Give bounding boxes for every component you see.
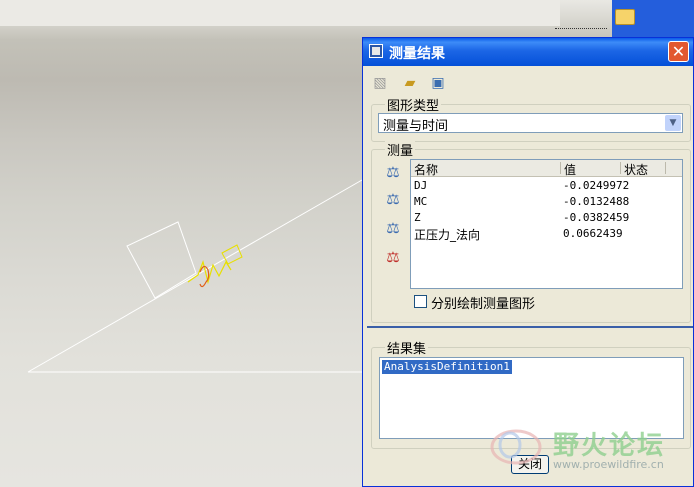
graph-type-selected: 测量与时间 xyxy=(383,119,449,134)
save-icon[interactable]: ▣ xyxy=(429,74,447,92)
result-set-item[interactable]: AnalysisDefinition1 xyxy=(382,360,512,374)
separate-graphs-checkbox[interactable] xyxy=(414,295,427,308)
measure-name: Z xyxy=(414,211,421,224)
measure-icon[interactable]: ▧ xyxy=(371,74,389,92)
spring-coil xyxy=(187,260,232,285)
column-name-header[interactable]: 名称 xyxy=(414,161,438,178)
measure-value: 0.0662439 xyxy=(563,227,623,240)
separate-graphs-label[interactable]: 分别绘制测量图形 xyxy=(431,293,535,312)
measure-row[interactable]: MC -0.0132488 xyxy=(411,194,682,210)
measures-list-header: 名称 值 状态 xyxy=(411,160,682,177)
close-window-button[interactable]: ✕ xyxy=(668,41,689,62)
section-divider[interactable] xyxy=(367,326,693,328)
measure-row[interactable]: Z -0.0382459 xyxy=(411,210,682,226)
measure-value: -0.0382459 xyxy=(563,211,630,224)
measure-name: DJ xyxy=(414,179,428,192)
measure-results-dialog: 测量结果 ✕ ▧ ▰ ▣ 图形类型 测量与时间 ▼ 测量 ⚖ ⚖ ⚖ ⚖ 名称 … xyxy=(362,37,694,487)
measure-row[interactable]: DJ -0.0249972 xyxy=(411,178,682,194)
measure-name: MC xyxy=(414,195,428,208)
dialog-title-bar[interactable]: 测量结果 ✕ xyxy=(363,38,693,66)
open-folder-icon[interactable]: ▰ xyxy=(401,74,419,92)
column-separator[interactable] xyxy=(560,162,561,174)
measures-label: 测量 xyxy=(385,140,416,159)
column-separator[interactable] xyxy=(620,162,621,174)
graph-type-label: 图形类型 xyxy=(385,95,442,114)
dialog-app-icon xyxy=(369,44,383,58)
column-value-header[interactable]: 值 xyxy=(564,161,576,178)
graph-type-dropdown[interactable]: 测量与时间 ▼ xyxy=(378,113,683,134)
watermark-logo xyxy=(490,429,542,465)
block-outline xyxy=(126,221,197,299)
scale-copy-icon[interactable]: ⚖ xyxy=(383,218,403,238)
measure-row[interactable]: 正压力_法向 0.0662439 xyxy=(411,226,682,242)
scale-delete-icon[interactable]: ⚖ xyxy=(383,247,403,267)
watermark-text: 野火论坛 xyxy=(553,431,666,461)
measure-value: -0.0249972 xyxy=(563,179,630,192)
watermark-url: www.proewildfire.cn xyxy=(553,458,664,471)
dialog-title: 测量结果 xyxy=(389,46,445,62)
column-separator[interactable] xyxy=(665,162,666,174)
scale-icon[interactable]: ⚖ xyxy=(383,162,403,182)
chevron-down-icon[interactable]: ▼ xyxy=(665,115,681,131)
measure-value: -0.0132488 xyxy=(563,195,630,208)
measure-name: 正压力_法向 xyxy=(414,228,481,242)
result-set-label: 结果集 xyxy=(385,338,429,357)
measures-list[interactable]: 名称 值 状态 DJ -0.0249972 MC -0.0132488 Z -0… xyxy=(410,159,683,289)
column-status-header[interactable]: 状态 xyxy=(624,161,648,178)
scale-edit-icon[interactable]: ⚖ xyxy=(383,189,403,209)
incline-line xyxy=(27,179,363,373)
